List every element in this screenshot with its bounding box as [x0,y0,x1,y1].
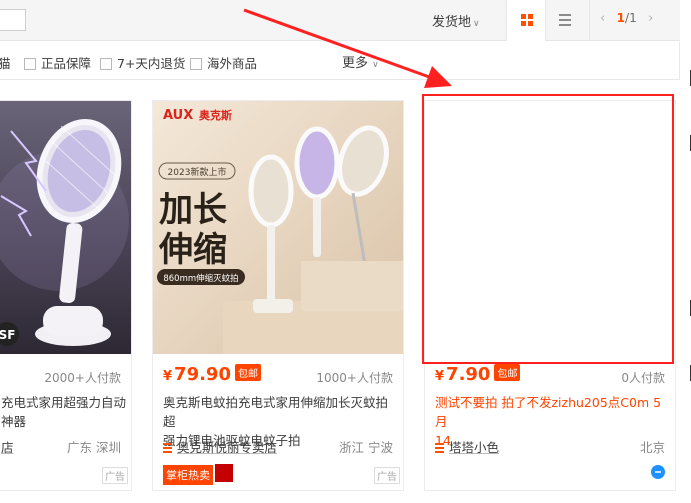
store-logo-icon [215,464,233,482]
brand-logo: AUX [163,108,193,123]
filter-bar: 猫 正品保障 7+天内退货 海外商品 更多 ∨ [0,42,680,80]
image-badge: SF [0,328,15,342]
product-price: ¥7.90 包邮 [435,364,521,385]
product-card[interactable]: SF 2000+人付款 充电式家用超强力自动 神器 店 广东 深圳 广告 [0,100,132,491]
product-title[interactable]: 充电式家用超强力自动 神器 [1,393,126,431]
more-filters-button[interactable]: 更多 ∨ [342,52,379,71]
grid-view-icon [521,14,526,19]
shop-name[interactable]: 店 [1,437,14,456]
filter-7day-return[interactable]: 7+天内退货 [100,53,185,72]
brand-logo-cn: 奥克斯 [198,108,232,122]
sales-count: 0人付款 [621,371,665,385]
image-pill: 860mm伸缩灭蚊拍 [163,273,238,284]
shop-location: 北京 [639,440,665,455]
prev-page-icon[interactable]: ‹ [600,11,605,26]
next-page-icon[interactable]: › [648,11,653,26]
list-view-icon [559,14,571,16]
checkbox[interactable] [24,58,36,70]
shop-location: 浙江 宁波 [339,440,393,455]
shop-name: 奥克斯悦丽专卖店 [177,440,278,455]
price-range-input[interactable] [0,9,26,31]
search-results-page: 发货地 ∨ ‹ 1/1 › 猫 正品保障 7+天内退货 海外商品 更多 ∨ SF… [0,0,691,503]
filter-genuine[interactable]: 正品保障 [24,53,91,72]
filter-label: 正品保障 [41,56,92,71]
product-price: ¥79.90 包邮 [163,364,261,385]
grid-view-button[interactable] [506,0,546,41]
page-current: 1 [616,11,626,25]
product-image[interactable]: SF [0,101,131,354]
chat-icon[interactable] [650,464,666,480]
image-headline-2: 伸缩 [158,230,227,270]
ship-from-dropdown[interactable]: 发货地 ∨ [432,11,480,30]
checkbox[interactable] [100,58,112,70]
shop-link[interactable]: 塔塔小色 [435,437,499,456]
page-total: 1 [629,11,637,25]
product-image[interactable]: AUX 奥克斯 2023新款上市 加长 伸缩 860mm伸缩灭蚊拍 [153,101,403,354]
filter-overseas[interactable]: 海外商品 [190,53,257,72]
image-headline-1: 加长 [159,190,227,230]
filter-label: 7+天内退货 [117,56,186,71]
annotation-highlight-box [422,94,674,364]
filter-label: 海外商品 [207,56,258,71]
ad-label: 广告 [374,467,400,484]
ship-from-label: 发货地 [432,15,472,30]
list-view-button[interactable] [557,13,573,27]
side-strip [683,0,691,503]
chevron-down-icon: ∨ [473,19,480,29]
chevron-down-icon: ∨ [372,60,379,70]
checkbox[interactable] [190,58,202,70]
free-shipping-badge: 包邮 [234,364,261,381]
hot-seller-tag: 掌柜热卖 [163,465,213,485]
shop-icon [435,443,444,453]
ad-label: 广告 [102,467,128,484]
sort-bar: 发货地 ∨ ‹ 1/1 › [0,0,680,41]
sales-count: 1000+人付款 [316,371,393,385]
shop-location: 广东 深圳 [67,440,121,455]
shop-icon [163,443,172,453]
free-shipping-badge: 包邮 [494,364,521,381]
mini-pager: ‹ 1/1 › [600,11,654,26]
image-tagline: 2023新款上市 [168,166,227,178]
filter-partial[interactable]: 猫 [0,53,11,72]
shop-name: 塔塔小色 [449,440,500,455]
more-label: 更多 [342,56,369,71]
shop-link[interactable]: 奥克斯悦丽专卖店 [163,437,277,456]
sales-count: 2000+人付款 [44,371,121,385]
product-card[interactable]: AUX 奥克斯 2023新款上市 加长 伸缩 860mm伸缩灭蚊拍 ¥ 79.9… [152,100,404,491]
